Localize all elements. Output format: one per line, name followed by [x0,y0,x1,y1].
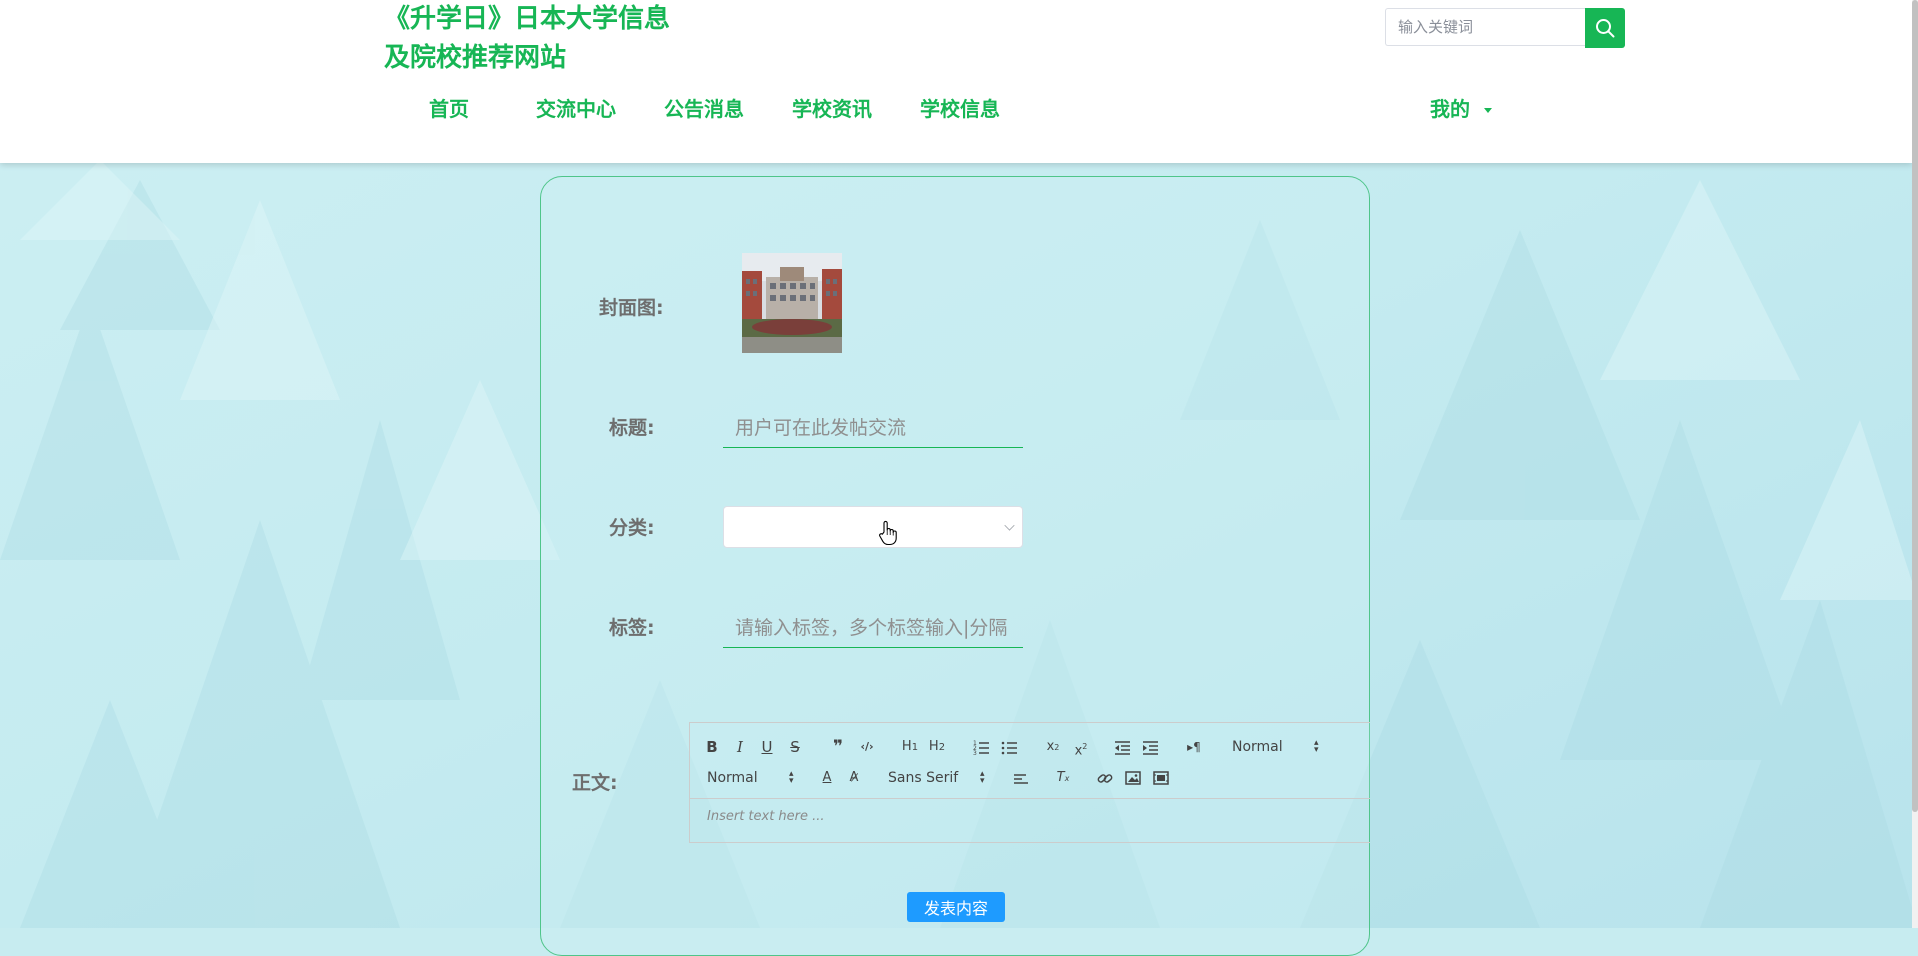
cover-photo [742,253,842,353]
tags-input[interactable] [723,608,1023,648]
category-label: 分类: [609,517,655,539]
underline-icon[interactable]: U [758,736,776,758]
clear-format-icon[interactable]: Tx [1054,767,1072,789]
updown-arrows-icon: ▴ ▾ [1314,738,1319,755]
hand-pointer-cursor-icon [879,520,897,546]
background-color-icon[interactable]: A̷ [845,767,863,789]
code-block-icon[interactable]: ‹/› [856,736,878,758]
link-icon[interactable] [1096,767,1114,789]
heading2-icon[interactable]: H2 [926,736,948,758]
align-icon[interactable] [1012,767,1030,789]
italic-icon[interactable]: I [731,736,749,758]
image-icon[interactable] [1124,767,1142,789]
updown-arrows-icon: ▴ ▾ [980,769,985,786]
nav-home[interactable]: 首页 [429,92,469,126]
title-label: 标题: [609,417,655,439]
editor-placeholder: Insert text here ... [707,809,825,824]
tags-label: 标签: [609,617,655,639]
bullet-list-icon[interactable] [1001,736,1019,758]
size-select[interactable]: Normal ▴ ▾ [707,767,797,789]
body-label: 正文: [572,772,618,794]
cover-label: 封面图: [599,297,664,319]
svg-text:3: 3 [973,750,977,757]
nav-school-news[interactable]: 学校资讯 [792,92,872,126]
updown-arrows-icon: ▴ ▾ [789,769,794,786]
indent-icon[interactable] [1142,736,1160,758]
editor-content[interactable]: Insert text here ... [689,799,1370,843]
ordered-list-icon[interactable]: 123 [973,736,991,758]
text-color-icon[interactable]: A [818,767,836,789]
site-header: 《升学日》日本大学信息及院校推荐网站 首页 交流中心 公告消息 学校资讯 学校信… [0,0,1912,163]
text-direction-icon[interactable]: ▸¶ [1184,736,1204,758]
category-select[interactable] [723,506,1023,548]
video-icon[interactable] [1152,767,1170,789]
site-title[interactable]: 《升学日》日本大学信息及院校推荐网站 [384,0,684,78]
bold-icon[interactable]: B [703,736,721,758]
subscript-icon[interactable]: x2 [1043,736,1063,758]
blockquote-icon[interactable]: ❞ [828,736,848,758]
nav-announcements[interactable]: 公告消息 [664,92,744,126]
nav-school-info[interactable]: 学校信息 [920,92,1000,126]
strikethrough-icon[interactable]: S [786,736,804,758]
user-menu-label: 我的 [1430,97,1470,121]
outdent-icon[interactable] [1114,736,1132,758]
header-select[interactable]: Normal ▴ ▾ [1232,736,1322,758]
nav-forum[interactable]: 交流中心 [536,92,616,126]
rich-text-editor: B I U S ❞ ‹/› H1 H2 123 x2 x2 ▸¶ Normal … [689,722,1370,843]
title-input[interactable] [723,408,1023,448]
chevron-down-icon [1004,520,1015,531]
editor-toolbar: B I U S ❞ ‹/› H1 H2 123 x2 x2 ▸¶ Normal … [689,722,1370,799]
header-select-value: Normal [1232,739,1283,755]
search-input[interactable] [1385,8,1593,46]
cover-image[interactable] [742,253,842,353]
caret-down-icon [1484,108,1492,113]
scrollbar-thumb[interactable] [1912,0,1918,812]
size-select-value: Normal [707,770,758,786]
search-button[interactable] [1585,8,1625,48]
font-select-value: Sans Serif [888,770,959,786]
font-select[interactable]: Sans Serif ▴ ▾ [888,767,988,789]
submit-post-button[interactable]: 发表内容 [907,892,1005,922]
user-menu[interactable]: 我的 [1430,92,1492,126]
search-icon [1596,19,1615,38]
superscript-icon[interactable]: x2 [1071,736,1091,758]
heading1-icon[interactable]: H1 [899,736,921,758]
